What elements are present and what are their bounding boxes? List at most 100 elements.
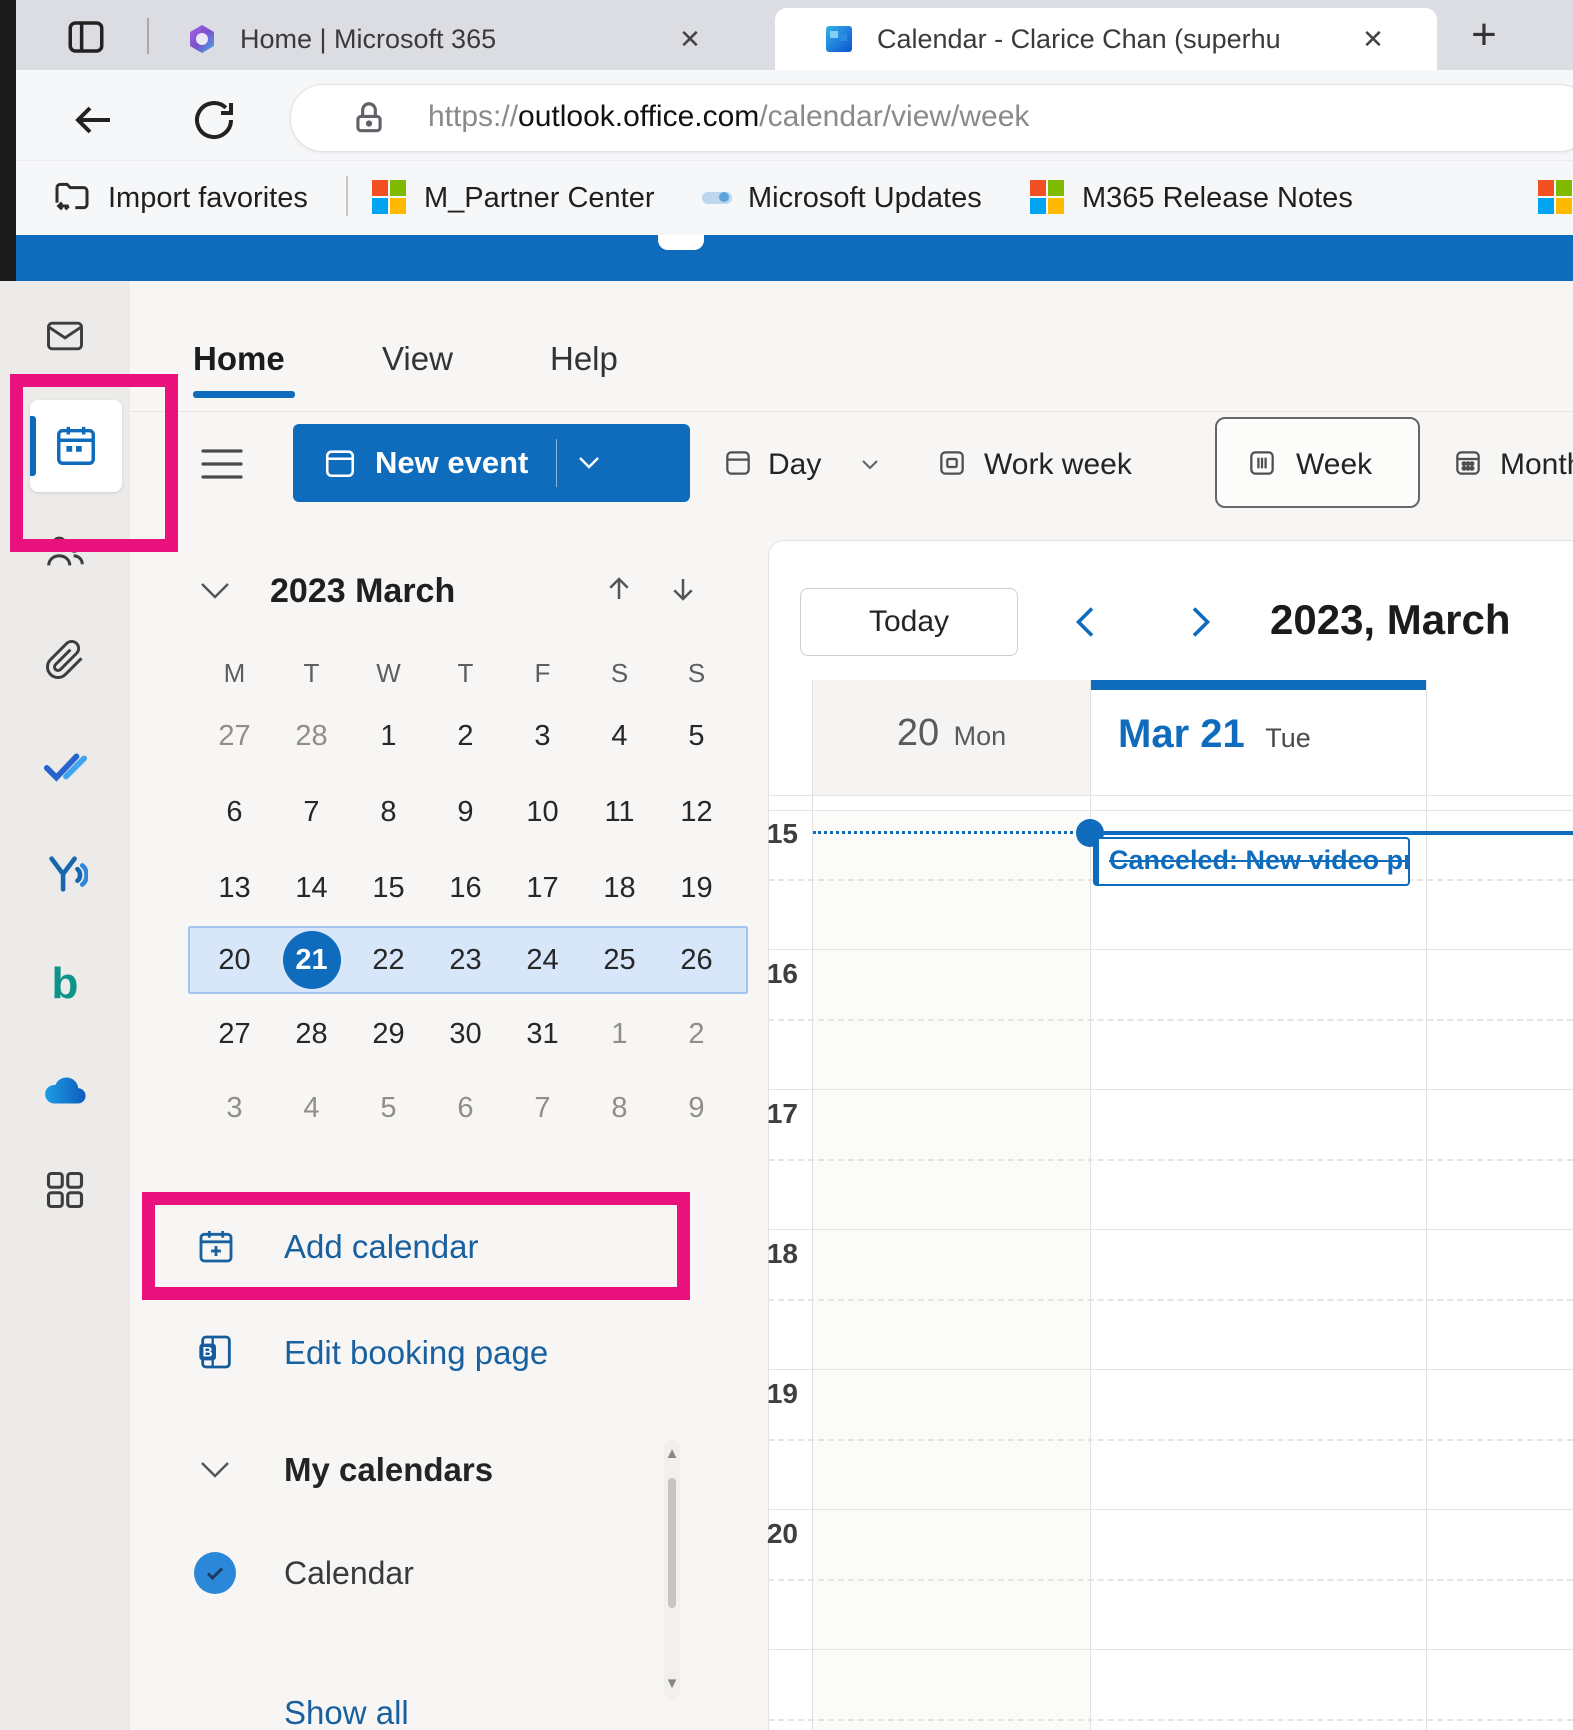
mini-calendar-title[interactable]: 2023 March [270, 572, 455, 611]
mini-date-cell[interactable]: 1 [581, 998, 658, 1070]
chevron-down-icon[interactable] [198, 1460, 232, 1480]
event-canceled[interactable]: Canceled: New video pro [1093, 837, 1410, 886]
mini-date-cell-selected[interactable]: 21 [273, 926, 350, 994]
hamburger-icon[interactable] [200, 446, 244, 482]
suite-header-band [0, 235, 1573, 281]
mini-date-cell[interactable]: 19 [658, 852, 735, 924]
mini-date-cell[interactable]: 9 [427, 776, 504, 848]
event-title: Canceled: New video pro [1099, 839, 1408, 882]
tab-title: Calendar - Clarice Chan (superhu [877, 24, 1353, 55]
show-all-link[interactable]: Show all [284, 1694, 409, 1730]
tab-help[interactable]: Help [550, 340, 618, 378]
mini-date-cell[interactable]: 7 [504, 1072, 581, 1144]
mini-date-cell[interactable]: 2 [427, 700, 504, 772]
mini-date-cell[interactable]: 7 [273, 776, 350, 848]
my-calendars-header[interactable]: My calendars [284, 1451, 493, 1489]
mini-date-cell[interactable]: 3 [504, 700, 581, 772]
favorite-m365-release-notes[interactable]: M365 Release Notes [1082, 178, 1353, 218]
mini-date-cell[interactable]: 29 [350, 998, 427, 1070]
arrow-down-icon[interactable] [668, 574, 698, 604]
mini-date-cell[interactable]: 2 [658, 998, 735, 1070]
attachment-icon[interactable] [0, 636, 130, 684]
mini-date-cell[interactable]: 23 [427, 926, 504, 994]
yammer-icon[interactable] [0, 850, 130, 898]
calendar-checkbox-checked[interactable] [194, 1552, 236, 1594]
mini-date-cell[interactable]: 6 [427, 1072, 504, 1144]
mini-date-cell[interactable]: 6 [196, 776, 273, 848]
chevron-down-icon[interactable] [860, 458, 880, 472]
mini-date-cell[interactable]: 10 [504, 776, 581, 848]
mini-date-cell[interactable]: 25 [581, 926, 658, 994]
outlook-calendar-favicon [823, 23, 855, 55]
current-time-line [1104, 831, 1573, 835]
browser-tab-calendar-active[interactable]: Calendar - Clarice Chan (superhu ✕ [775, 8, 1437, 70]
mini-date-cell[interactable]: 8 [581, 1072, 658, 1144]
mini-date-cell[interactable]: 17 [504, 852, 581, 924]
half-hour-line [768, 1159, 1573, 1161]
mini-date-cell[interactable]: 15 [350, 852, 427, 924]
chevron-left-icon[interactable] [1068, 600, 1104, 644]
mini-date-cell[interactable]: 1 [350, 700, 427, 772]
chevron-down-icon[interactable] [198, 580, 232, 602]
mini-date-cell[interactable]: 30 [427, 998, 504, 1070]
day-view-button[interactable]: Day [768, 448, 821, 482]
today-button[interactable]: Today [800, 588, 1018, 656]
favorite-import[interactable]: Import favorites [108, 178, 308, 218]
suite-search-sliver [658, 235, 704, 250]
back-icon[interactable] [70, 96, 118, 144]
mini-date-cell[interactable]: 5 [658, 700, 735, 772]
mini-date-cell[interactable]: 28 [273, 998, 350, 1070]
day-number-selected: Mar 21 [1118, 712, 1245, 756]
mini-date-cell[interactable]: 14 [273, 852, 350, 924]
favorites-divider [346, 176, 348, 216]
microsoft-logo-icon [1538, 180, 1572, 214]
mini-date-cell[interactable]: 3 [196, 1072, 273, 1144]
arrow-up-icon[interactable] [604, 574, 634, 604]
mini-date-cell[interactable]: 18 [581, 852, 658, 924]
scrollbar-thumb[interactable] [668, 1478, 676, 1608]
microsoft-logo-icon [1030, 180, 1064, 214]
mail-icon[interactable] [0, 312, 130, 360]
month-view-button[interactable]: Month [1500, 448, 1573, 482]
chevron-right-icon[interactable] [1182, 600, 1218, 644]
url-text[interactable]: https://outlook.office.com/calendar/view… [428, 84, 1029, 150]
browser-tab-home[interactable]: Home | Microsoft 365 ✕ [160, 8, 772, 70]
new-event-button[interactable]: New event [293, 424, 690, 502]
refresh-icon[interactable] [190, 96, 238, 144]
mini-date-cell[interactable]: 4 [273, 1072, 350, 1144]
mini-date-cell[interactable]: 27 [196, 998, 273, 1070]
todo-icon[interactable] [0, 742, 130, 790]
mini-date-cell[interactable]: 28 [273, 700, 350, 772]
tab-actions-icon[interactable] [64, 16, 108, 58]
bing-icon[interactable]: b [0, 960, 130, 1008]
mini-date-cell[interactable]: 24 [504, 926, 581, 994]
day-header-tuesday-label[interactable]: Mar 21 Tue [1118, 712, 1311, 757]
chevron-down-icon[interactable] [577, 455, 601, 471]
calendar-list-item[interactable]: Calendar [284, 1555, 414, 1592]
mini-date-cell[interactable]: 5 [350, 1072, 427, 1144]
scrollbar-up-icon[interactable]: ▲ [664, 1446, 680, 1462]
mini-date-cell[interactable]: 13 [196, 852, 273, 924]
mini-date-cell[interactable]: 22 [350, 926, 427, 994]
favorite-partner-center[interactable]: M_Partner Center [424, 178, 655, 218]
import-favorites-icon[interactable] [52, 176, 92, 216]
mini-date-cell[interactable]: 8 [350, 776, 427, 848]
onedrive-icon[interactable] [0, 1066, 130, 1114]
edit-booking-page-link[interactable]: Edit booking page [284, 1334, 548, 1372]
new-tab-button[interactable]: + [1458, 10, 1510, 62]
scrollbar-down-icon[interactable]: ▼ [664, 1676, 680, 1692]
favorite-microsoft-updates[interactable]: Microsoft Updates [748, 178, 982, 218]
mini-date-cell[interactable]: 31 [504, 998, 581, 1070]
mini-date-cell[interactable]: 16 [427, 852, 504, 924]
mini-date-cell[interactable]: 20 [196, 926, 273, 994]
mini-date-cell[interactable]: 4 [581, 700, 658, 772]
tab-home[interactable]: Home [193, 340, 285, 378]
apps-grid-icon[interactable] [0, 1166, 130, 1214]
close-tab-icon[interactable]: ✕ [1353, 19, 1393, 59]
mini-date-cell[interactable]: 27 [196, 700, 273, 772]
tab-view[interactable]: View [382, 340, 453, 378]
close-tab-icon[interactable]: ✕ [670, 19, 710, 59]
mini-date-cell[interactable]: 11 [581, 776, 658, 848]
url-scheme: https:// [428, 100, 518, 133]
work-week-view-button[interactable]: Work week [984, 448, 1132, 482]
